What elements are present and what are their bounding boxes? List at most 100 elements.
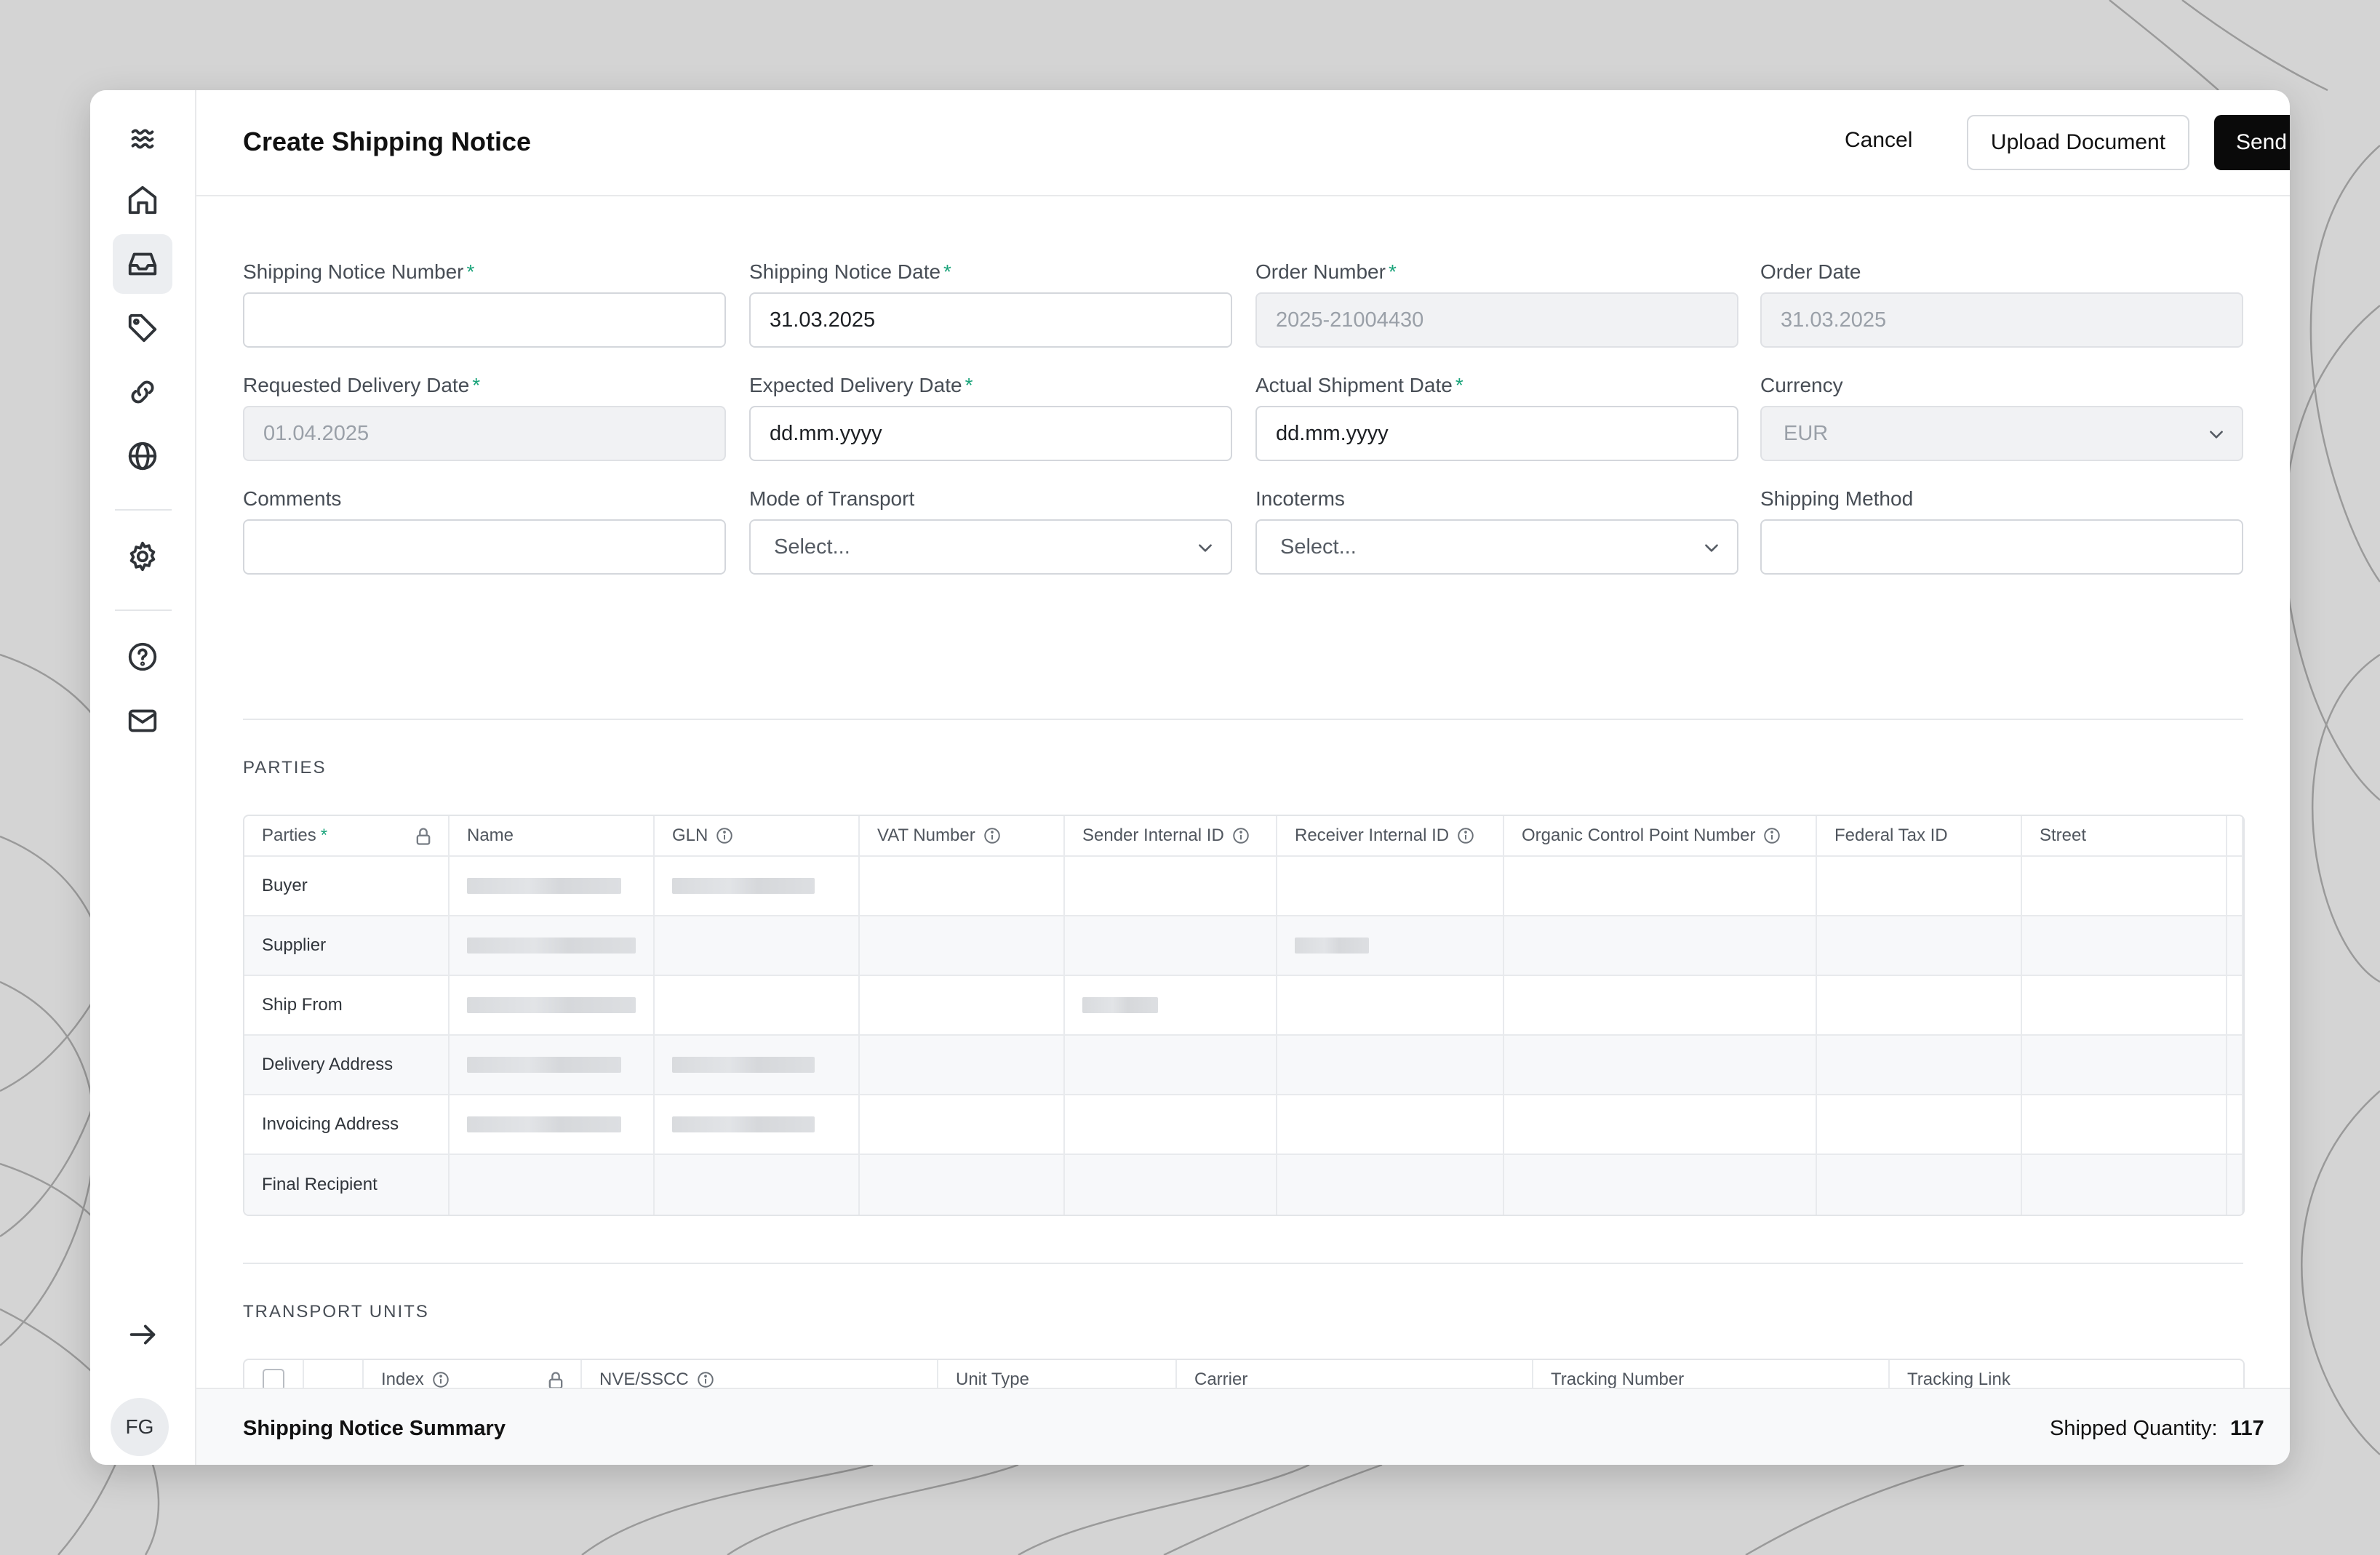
- table-cell[interactable]: [860, 1155, 1065, 1215]
- table-cell[interactable]: [2022, 857, 2227, 915]
- table-cell[interactable]: [1065, 916, 1277, 975]
- column-header-parties[interactable]: Parties *: [244, 816, 450, 855]
- table-cell[interactable]: [1065, 857, 1277, 915]
- table-cell[interactable]: [450, 976, 655, 1034]
- table-cell[interactable]: [1277, 1155, 1504, 1215]
- table-cell[interactable]: [1817, 1036, 2022, 1094]
- table-cell[interactable]: [1277, 976, 1504, 1034]
- tag-icon[interactable]: [113, 298, 172, 358]
- column-header-receiver-internal-id[interactable]: Receiver Internal ID: [1277, 816, 1504, 855]
- table-cell[interactable]: [1065, 1155, 1277, 1215]
- table-cell[interactable]: [1277, 916, 1504, 975]
- arrow-right-icon[interactable]: [113, 1305, 172, 1364]
- help-icon[interactable]: [113, 627, 172, 687]
- shipping-notice-number-input[interactable]: [243, 292, 726, 348]
- comments-input[interactable]: [243, 519, 726, 575]
- send-button[interactable]: Send: [2214, 115, 2290, 170]
- table-cell[interactable]: [1504, 916, 1817, 975]
- column-label: Unit Type: [956, 1370, 1029, 1389]
- table-cell[interactable]: [1065, 976, 1277, 1034]
- table-cell[interactable]: [655, 1155, 860, 1215]
- parties-header-row: Parties * Name GLN VAT Number Sender Inte…: [244, 816, 2243, 857]
- table-cell[interactable]: [2022, 1155, 2227, 1215]
- table-cell[interactable]: [860, 857, 1065, 915]
- table-cell[interactable]: [450, 857, 655, 915]
- table-row[interactable]: Delivery Address: [244, 1036, 2243, 1095]
- table-cell[interactable]: [655, 976, 860, 1034]
- globe-icon[interactable]: [113, 426, 172, 486]
- table-cell[interactable]: [1504, 857, 1817, 915]
- cancel-button[interactable]: Cancel: [1845, 128, 1912, 153]
- table-cell[interactable]: [1817, 976, 2022, 1034]
- logo-icon[interactable]: [113, 109, 172, 169]
- table-row[interactable]: Final Recipient: [244, 1155, 2243, 1215]
- info-icon[interactable]: [1456, 826, 1475, 845]
- table-cell[interactable]: [2022, 916, 2227, 975]
- table-cell[interactable]: [2022, 976, 2227, 1034]
- table-cell[interactable]: [1277, 1095, 1504, 1154]
- mode-of-transport-select[interactable]: Select...: [749, 519, 1232, 575]
- table-row[interactable]: Buyer: [244, 857, 2243, 916]
- info-icon[interactable]: [1231, 826, 1250, 845]
- shipping-notice-date-input[interactable]: 31.03.2025: [749, 292, 1232, 348]
- party-name-cell: Invoicing Address: [244, 1095, 450, 1154]
- inbox-icon[interactable]: [113, 234, 172, 294]
- table-cell[interactable]: [860, 1095, 1065, 1154]
- table-cell[interactable]: [2022, 1095, 2227, 1154]
- table-cell[interactable]: [1504, 976, 1817, 1034]
- table-cell[interactable]: [450, 916, 655, 975]
- table-cell[interactable]: [1504, 1095, 1817, 1154]
- table-row[interactable]: Supplier: [244, 916, 2243, 976]
- table-cell[interactable]: [1817, 857, 2022, 915]
- table-cell[interactable]: [2022, 1036, 2227, 1094]
- table-cell[interactable]: [655, 1095, 860, 1154]
- table-cell[interactable]: [450, 1095, 655, 1154]
- actual-shipment-date-input[interactable]: dd.mm.yyyy: [1255, 406, 1738, 461]
- table-row[interactable]: Ship From: [244, 976, 2243, 1036]
- table-cell[interactable]: [1065, 1095, 1277, 1154]
- upload-document-button[interactable]: Upload Document: [1967, 115, 2189, 170]
- expected-delivery-date-input[interactable]: dd.mm.yyyy: [749, 406, 1232, 461]
- column-header-gln[interactable]: GLN: [655, 816, 860, 855]
- info-icon[interactable]: [983, 826, 1002, 845]
- info-icon[interactable]: [1762, 826, 1781, 845]
- table-cell[interactable]: [450, 1036, 655, 1094]
- avatar[interactable]: FG: [111, 1398, 169, 1456]
- table-cell[interactable]: [1817, 1095, 2022, 1154]
- table-cell[interactable]: [1277, 857, 1504, 915]
- info-icon[interactable]: [696, 1370, 715, 1389]
- redacted-placeholder: [467, 1116, 621, 1132]
- link-icon[interactable]: [113, 362, 172, 422]
- table-cell[interactable]: [860, 916, 1065, 975]
- table-cell[interactable]: [655, 916, 860, 975]
- table-cell[interactable]: [860, 1036, 1065, 1094]
- parties-table: Parties * Name GLN VAT Number Sender Inte…: [243, 815, 2245, 1216]
- table-cell[interactable]: [1065, 1036, 1277, 1094]
- column-header-federal-tax-id[interactable]: Federal Tax ID: [1817, 816, 2022, 855]
- table-cell[interactable]: [1504, 1155, 1817, 1215]
- table-cell[interactable]: [450, 1155, 655, 1215]
- table-cell[interactable]: [1817, 916, 2022, 975]
- home-icon[interactable]: [113, 170, 172, 230]
- mail-icon[interactable]: [113, 691, 172, 751]
- incoterms-select[interactable]: Select...: [1255, 519, 1738, 575]
- table-cell[interactable]: [1504, 1036, 1817, 1094]
- shipped-quantity-value: 117: [2230, 1417, 2264, 1440]
- table-cell[interactable]: [655, 857, 860, 915]
- column-header-name[interactable]: Name: [450, 816, 655, 855]
- table-cell[interactable]: [860, 976, 1065, 1034]
- column-header-street[interactable]: Street: [2022, 816, 2227, 855]
- column-header-vat-number[interactable]: VAT Number: [860, 816, 1065, 855]
- column-header-organic-control-point-number[interactable]: Organic Control Point Number: [1504, 816, 1817, 855]
- table-cell[interactable]: [1277, 1036, 1504, 1094]
- table-cell[interactable]: [1817, 1155, 2022, 1215]
- shipping-method-input[interactable]: [1760, 519, 2243, 575]
- shipping-notice-summary-bar[interactable]: Shipping Notice Summary Shipped Quantity…: [196, 1388, 2290, 1465]
- gear-icon[interactable]: [113, 527, 172, 586]
- table-row[interactable]: Invoicing Address: [244, 1095, 2243, 1155]
- column-header-sender-internal-id[interactable]: Sender Internal ID: [1065, 816, 1277, 855]
- required-marker: *: [1455, 374, 1463, 396]
- table-cell[interactable]: [655, 1036, 860, 1094]
- info-icon[interactable]: [715, 826, 734, 845]
- info-icon[interactable]: [431, 1370, 450, 1389]
